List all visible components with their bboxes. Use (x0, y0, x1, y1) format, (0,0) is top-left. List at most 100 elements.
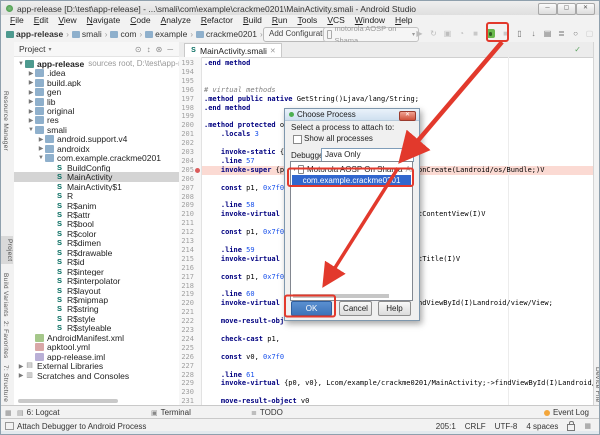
file-encoding[interactable]: UTF-8 (495, 422, 518, 431)
logcat-tool-icon[interactable]: ≣ (556, 28, 567, 40)
expand-arrow-icon[interactable]: ▶ (37, 136, 45, 143)
menu-file[interactable]: File (5, 15, 29, 25)
indent-style[interactable]: 4 spaces (526, 422, 558, 431)
close-button[interactable]: ✕ (576, 3, 595, 15)
process-list[interactable]: ▾ Motorola AOSP On Shama Android com.exa… (290, 161, 413, 301)
stop-icon[interactable]: ■ (470, 28, 481, 40)
tree-item-r-id[interactable]: S R$id (14, 257, 179, 267)
breadcrumb-crackme0201[interactable]: crackme0201 (195, 29, 257, 39)
highlighting-level-icon[interactable]: ▦ (584, 422, 591, 430)
tree-item-androidmanifest-xml[interactable]: AndroidManifest.xml (14, 333, 179, 343)
tree-item-res[interactable]: ▶ res (14, 116, 179, 126)
menu-refactor[interactable]: Refactor (196, 15, 238, 25)
stop-process-icon[interactable]: ■ (500, 28, 511, 40)
process-list-hscrollbar[interactable] (293, 294, 389, 298)
expand-arrow-icon[interactable]: ▶ (27, 70, 35, 77)
tree-item-r-styleable[interactable]: S R$styleable (14, 324, 179, 334)
expand-arrow-icon[interactable]: ▶ (27, 79, 35, 86)
line-separator[interactable]: CRLF (465, 422, 486, 431)
minimize-button[interactable]: ─ (538, 3, 557, 15)
tree-item-r-color[interactable]: S R$color (14, 229, 179, 239)
tree-item-buildconfig[interactable]: S BuildConfig (14, 163, 179, 173)
tree-item-r-integer[interactable]: S R$integer (14, 267, 179, 277)
tree-item-lib[interactable]: ▶ lib (14, 97, 179, 107)
project-panel-header[interactable]: Project ▾ ⊙ ↕ ⊛ ─ (14, 42, 179, 57)
tool-stripe-build-variants[interactable]: Build Variants (2, 270, 9, 320)
tool-stripe-resource-manager[interactable]: Resource Manager (2, 88, 9, 154)
menu-build[interactable]: Build (238, 15, 267, 25)
tree-item-r-attr[interactable]: S R$attr (14, 210, 179, 220)
tool-tab-terminal[interactable]: ▣ Terminal (151, 408, 191, 417)
tool-tab-todo[interactable]: ≣ TODO (251, 408, 283, 417)
tree-item-mainactivity-1[interactable]: S MainActivity$1 (14, 182, 179, 192)
debugger-select[interactable]: Java Only (321, 148, 414, 162)
tree-item-r[interactable]: SR (14, 191, 179, 201)
menu-tools[interactable]: Tools (292, 15, 322, 25)
status-bar-icon[interactable] (5, 422, 14, 430)
expand-arrow-icon[interactable]: ▶ (27, 117, 35, 124)
menu-analyze[interactable]: Analyze (156, 15, 196, 25)
tree-item-r-style[interactable]: S R$style (14, 314, 179, 324)
tree-item-mainactivity[interactable]: S MainActivity (14, 172, 179, 182)
breadcrumb-smali[interactable]: smali (71, 29, 102, 39)
breadcrumb-com[interactable]: com (110, 29, 137, 39)
breakpoint-icon[interactable] (195, 167, 200, 173)
profile-icon[interactable]: ◔ (456, 28, 467, 40)
dialog-close-button[interactable]: ✕ (399, 111, 416, 121)
show-all-processes-checkbox[interactable] (293, 135, 302, 144)
menu-edit[interactable]: Edit (29, 15, 54, 25)
apply-changes-icon[interactable]: ↻ (428, 28, 439, 40)
expand-arrow-icon[interactable]: ▶ (27, 98, 35, 105)
expand-arrow-icon[interactable]: ▾ (293, 166, 296, 173)
menu-view[interactable]: View (53, 15, 81, 25)
expand-arrow-icon[interactable]: ▶ (37, 145, 45, 152)
breadcrumb-example[interactable]: example (145, 29, 187, 39)
project-tree-hscrollbar[interactable] (18, 399, 118, 403)
inspection-ok-icon[interactable]: ✓ (574, 45, 581, 54)
process-item-selected[interactable]: com.example.crackme0201 (292, 175, 411, 187)
help-button[interactable]: Help (378, 301, 411, 316)
tool-stripe-project[interactable]: Project (1, 236, 13, 265)
collapse-arrow-icon[interactable]: ▼ (17, 61, 25, 67)
search-everywhere-icon[interactable]: ○ (570, 28, 581, 40)
tree-item-smali[interactable]: ▼ smali (14, 125, 179, 135)
settings-icon[interactable]: ▢ (584, 28, 595, 40)
tree-item-external-libraries[interactable]: ▶ ▤ External Libraries (14, 361, 179, 371)
cancel-button[interactable]: Cancel (339, 301, 372, 316)
settings-gear-icon[interactable]: ⊛ (156, 45, 163, 54)
sdk-manager-icon[interactable]: ↓ (528, 28, 539, 40)
tree-item--idea[interactable]: ▶ .idea (14, 68, 179, 78)
tool-stripe-7-structure[interactable]: 7: Structure (2, 362, 9, 405)
breadcrumb-app-release[interactable]: app-release (6, 29, 63, 39)
collapse-arrow-icon[interactable]: ▼ (27, 127, 35, 133)
debug-icon[interactable]: ▣ (442, 28, 453, 40)
tree-item-com-example-crackme0201[interactable]: ▼ com.example.crackme0201 (14, 154, 179, 164)
tree-item-r-string[interactable]: S R$string (14, 305, 179, 315)
tree-item-r-anim[interactable]: S R$anim (14, 201, 179, 211)
device-row[interactable]: ▾ Motorola AOSP On Shama Android (293, 164, 412, 174)
menu-code[interactable]: Code (125, 15, 155, 25)
tree-item-r-mipmap[interactable]: S R$mipmap (14, 295, 179, 305)
show-all-processes-label[interactable]: Show all processes (304, 134, 373, 143)
tree-item-r-drawable[interactable]: S R$drawable (14, 248, 179, 258)
device-manager-icon[interactable]: ▯ (514, 28, 525, 40)
editor-gutter[interactable]: 193 194 195 196 197 198 199 200 201 202 203 204 205 2… (179, 57, 202, 405)
maximize-button[interactable]: ▢ (557, 3, 576, 15)
menu-navigate[interactable]: Navigate (82, 15, 126, 25)
collapse-arrow-icon[interactable]: ▼ (37, 155, 45, 161)
tree-item-gen[interactable]: ▶ gen (14, 87, 179, 97)
locate-icon[interactable]: ⊙ (135, 45, 142, 54)
tool-tab-6-logcat[interactable]: ▤ 6: Logcat (17, 408, 60, 417)
tree-item-original[interactable]: ▶ original (14, 106, 179, 116)
tree-item-r-dimen[interactable]: S R$dimen (14, 239, 179, 249)
run-icon[interactable]: ▶ (414, 28, 425, 40)
ok-button[interactable]: OK (291, 301, 332, 316)
tree-item-android-support-v4[interactable]: ▶ android.support.v4 (14, 135, 179, 145)
tree-item-app-release-iml[interactable]: app-release.iml (14, 352, 179, 361)
menu-run[interactable]: Run (267, 15, 293, 25)
expand-arrow-icon[interactable]: ▶ (17, 372, 25, 379)
tree-item-r-layout[interactable]: S R$layout (14, 286, 179, 296)
attach-debugger-icon[interactable] (484, 28, 497, 40)
readonly-lock-icon[interactable] (567, 420, 576, 431)
tool-stripe-2-favorites[interactable]: 2: Favorites (2, 318, 9, 362)
